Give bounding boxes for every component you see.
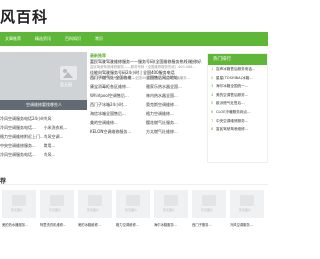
card-image-label: 暂无图片: [87, 208, 100, 212]
list-item: 海信冰箱全国售后... 格力空调维修...: [90, 109, 202, 118]
hero-caption[interactable]: 空调维修要找哪些人: [0, 100, 87, 110]
hero-no-image-label: 暂无图: [60, 82, 72, 87]
card-image-label: 暂无图片: [163, 208, 176, 212]
site-logo[interactable]: 风百科: [0, 6, 48, 26]
hot-item[interactable]: 1 容声冰箱售后服务电话...: [208, 65, 267, 74]
card[interactable]: 暂无图片 格力空调维修...: [116, 190, 150, 228]
hot-ranking-title: 热门排行: [208, 54, 267, 65]
card-title: 阿里洗衣机维修...: [40, 223, 67, 227]
list-item: 冷风空调服务电话... 小米洗衣机...: [0, 123, 87, 132]
list-item-link[interactable]: 常用...: [44, 141, 88, 150]
card-title: 格力空调维修...: [116, 223, 139, 227]
list-item: KELON空调维修服务... 方太燃气灶维修...: [90, 127, 202, 136]
card-image-label: 暂无图片: [49, 208, 62, 212]
list-item-link[interactable]: 冷风: [44, 114, 88, 123]
image-placeholder-icon: [164, 195, 178, 206]
list-item-link[interactable]: 冷风空调服务电话...: [0, 150, 44, 159]
list-item: 康宝消毒柜各区维修... 雅家乐热水器全国...: [90, 82, 202, 91]
list-item-link[interactable]: 冷风...: [44, 150, 88, 159]
list-item: 中央空调维修服务... 常用...: [0, 141, 87, 150]
list-item-link[interactable]: 康宝消毒柜各区维修...: [90, 82, 146, 91]
card[interactable]: 暂无图片 美的冰箱维修...: [78, 190, 112, 228]
list-item: 冷风空调服务电话... 冷风...: [0, 150, 87, 159]
article-list-left: 冷风空调服务电话24小时日常工作... 冷风 冷风空调服务电话... 小米洗衣机…: [0, 114, 87, 159]
list-item: 冷风空调服务电话24小时日常工作... 冷风: [0, 114, 87, 123]
card-image: 暂无图片: [40, 190, 74, 218]
list-item: 美的空调维修... 樱花燃气灶服务...: [90, 118, 202, 127]
image-placeholder-icon: [240, 195, 254, 206]
list-item-link[interactable]: 樱花燃气灶服务...: [146, 118, 202, 127]
list-item-link[interactable]: 西门子冰箱24小时...: [90, 100, 146, 109]
list-item: Whirlpool空调售后... 林内热水器全国...: [90, 91, 202, 100]
image-placeholder-icon: [126, 195, 140, 206]
list-item-link[interactable]: 冷风空调服务电话...: [0, 123, 44, 132]
card-image-label: 暂无图片: [201, 208, 214, 212]
card-title: 美的热水器服务...: [2, 223, 29, 227]
article-list-center: 西门子燃气灶-全国各维... 全国售后网点地址... 康宝消毒柜各区维修... …: [90, 73, 202, 136]
list-item-link[interactable]: 雅家乐热水器全国...: [146, 82, 202, 91]
image-placeholder-icon: [202, 195, 216, 206]
list-item-link[interactable]: KELON空调维修服务...: [90, 127, 146, 136]
image-placeholder-icon: [12, 195, 26, 206]
nav-item-common[interactable]: 常识: [88, 36, 110, 42]
list-item-link[interactable]: 冷风空调服务电话24小时日常工作...: [0, 114, 44, 123]
card-image: 暂无图片: [230, 190, 264, 218]
card-title: 美的冰箱维修...: [78, 223, 101, 227]
card-image: 暂无图片: [192, 190, 226, 218]
logo-text: 风百科: [0, 7, 49, 26]
list-item-link[interactable]: 格力空调维修...: [146, 109, 202, 118]
card-title: 西门子服务...: [192, 223, 212, 227]
list-item-link[interactable]: Whirlpool空调售后...: [90, 91, 146, 100]
list-item: 西门子燃气灶-全国各维... 全国售后网点地址...: [90, 73, 202, 82]
hot-item[interactable]: 7 中央空调维修服务...: [208, 117, 267, 126]
nav-item-news[interactable]: 精选资讯: [28, 36, 58, 42]
card-grid: 暂无图片 美的热水器服务... 暂无图片 阿里洗衣机维修... 暂无图片 美的冰…: [0, 190, 268, 250]
card[interactable]: 暂无图片 美的热水器服务...: [2, 190, 36, 228]
hot-item[interactable]: 8 富民驾驶驾驶维修...: [208, 125, 267, 134]
hot-item[interactable]: 2 星星(TOSHIBA)冰箱...: [208, 74, 267, 83]
list-item-link[interactable]: 林内热水器全国...: [146, 91, 202, 100]
list-item-link[interactable]: 中央空调维修服务...: [0, 141, 44, 150]
card-image-label: 暂无图片: [11, 208, 24, 212]
card-image: 暂无图片: [116, 190, 150, 218]
card-image-label: 暂无图片: [125, 208, 138, 212]
card-image-label: 暂无图片: [239, 208, 252, 212]
list-item-link[interactable]: 西门子燃气灶-全国各维...: [90, 73, 146, 82]
hot-item[interactable]: 5 欧派燃气灶售后...: [208, 99, 267, 108]
list-item-link[interactable]: 奥克斯空调维修...: [146, 100, 202, 109]
card[interactable]: 暂无图片 西门子服务...: [192, 190, 226, 228]
list-item-link[interactable]: 方太燃气灶维修...: [146, 127, 202, 136]
card-title: 海尔冰箱服务...: [154, 223, 177, 227]
image-placeholder-icon: [88, 195, 102, 206]
card[interactable]: 暂无图片 冷风空调服务...: [230, 190, 264, 228]
section-divider: [0, 184, 268, 185]
list-item-link[interactable]: 冷风空调...: [44, 132, 88, 141]
list-item-link[interactable]: 美的空调维修...: [90, 118, 146, 127]
list-item-link[interactable]: 格力空调维修附近上门...: [0, 132, 44, 141]
hot-item[interactable]: 4 美的空调售后服务...: [208, 91, 267, 100]
card-image: 暂无图片: [78, 190, 112, 218]
image-placeholder-icon: [50, 195, 64, 206]
list-item-link[interactable]: 小米洗衣机...: [44, 123, 88, 132]
hero-image[interactable]: 暂无图: [0, 52, 87, 100]
card[interactable]: 暂无图片 阿里洗衣机维修...: [40, 190, 74, 228]
main-nav: 文章推荐 精选资讯 百科知识 常识: [0, 32, 268, 46]
hot-item[interactable]: 3 海尔冰箱全国统一...: [208, 82, 267, 91]
card[interactable]: 暂无图片 海尔冰箱服务...: [154, 190, 188, 228]
hot-item[interactable]: 6 CLOE冷暖服务网点...: [208, 108, 267, 117]
list-item-link[interactable]: 全国售后网点地址...: [146, 73, 202, 82]
nav-item-articles[interactable]: 文章推荐: [0, 36, 28, 42]
card-image: 暂无图片: [2, 190, 36, 218]
list-item: 西门子冰箱24小时... 奥克斯空调维修...: [90, 100, 202, 109]
list-item: 格力空调维修附近上门... 冷风空调...: [0, 132, 87, 141]
nav-item-knowledge[interactable]: 百科知识: [58, 36, 88, 42]
hot-ranking-panel: 热门排行 1 容声冰箱售后服务电话... 2 星星(TOSHIBA)冰箱... 3海…: [207, 53, 268, 163]
image-placeholder-icon: [60, 66, 77, 80]
card-image: 暂无图片: [154, 190, 188, 218]
card-title: 冷风空调服务...: [230, 223, 253, 227]
list-item-link[interactable]: 海信冰箱全国售后...: [90, 109, 146, 118]
